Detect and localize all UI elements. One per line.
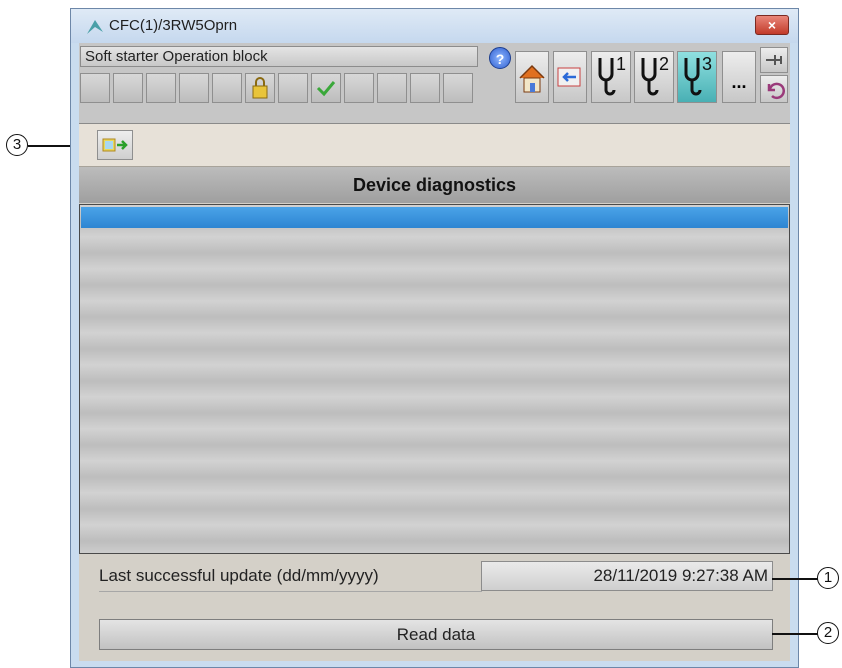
loop-button-1[interactable]: 1 [591, 51, 631, 103]
status-cell [377, 73, 407, 103]
title-bar[interactable]: CFC(1)/3RW5Oprn × [71, 9, 798, 43]
status-cell [212, 73, 242, 103]
callout-1: 1 [817, 567, 839, 589]
list-item-selected[interactable] [81, 207, 788, 228]
loop-number: 2 [658, 54, 669, 74]
status-cell [443, 73, 473, 103]
return-button[interactable] [553, 51, 587, 103]
status-cell [344, 73, 374, 103]
navigation-bar [79, 124, 790, 167]
undo-icon [767, 82, 785, 100]
home-button[interactable] [515, 51, 549, 103]
window-title: CFC(1)/3RW5Oprn [109, 17, 238, 34]
status-cell [113, 73, 143, 103]
lock-status-cell[interactable] [245, 73, 275, 103]
loop-button-2[interactable]: 2 [634, 51, 674, 103]
close-button[interactable]: × [755, 15, 789, 35]
status-cell [179, 73, 209, 103]
return-arrow-icon [557, 67, 581, 87]
lock-icon [252, 77, 268, 99]
read-data-button[interactable]: Read data [99, 619, 773, 650]
help-button[interactable]: ? [489, 47, 511, 69]
faceplate-window: CFC(1)/3RW5Oprn × Soft starter Operation… [70, 8, 799, 668]
block-name-label: Soft starter Operation block [80, 46, 478, 67]
diagnostics-header: Device diagnostics [79, 167, 790, 203]
status-cell [146, 73, 176, 103]
check-status-cell[interactable] [311, 73, 341, 103]
label-underline [99, 591, 482, 592]
status-cell [80, 73, 110, 103]
more-button[interactable]: ... [722, 51, 756, 103]
loop-button-3[interactable]: 3 [677, 51, 717, 103]
loop-number: 1 [615, 54, 626, 74]
diagnostics-list[interactable] [79, 204, 790, 554]
house-icon [519, 64, 545, 93]
callout-2: 2 [817, 622, 839, 644]
undo-button[interactable] [760, 75, 788, 103]
status-cell [278, 73, 308, 103]
faceplate-panel: Soft starter Operation block ? 1 2 3 ...… [79, 43, 790, 661]
loop-number: 3 [701, 54, 712, 74]
toolbar: Soft starter Operation block ? 1 2 3 ... [79, 43, 790, 124]
last-update-label: Last successful update (dd/mm/yyyy) [99, 566, 379, 585]
app-icon [87, 20, 103, 34]
open-faceplate-button[interactable] [97, 130, 133, 160]
callout-3: 3 [6, 134, 28, 156]
faceplate-jump-icon [102, 138, 128, 152]
pin-button[interactable] [760, 47, 788, 73]
callout-2-line [772, 633, 818, 635]
status-cell [410, 73, 440, 103]
pin-icon [766, 55, 782, 65]
last-update-value: 28/11/2019 9:27:38 AM [481, 561, 773, 591]
checkmark-icon [316, 81, 336, 97]
callout-1-line [772, 578, 818, 580]
